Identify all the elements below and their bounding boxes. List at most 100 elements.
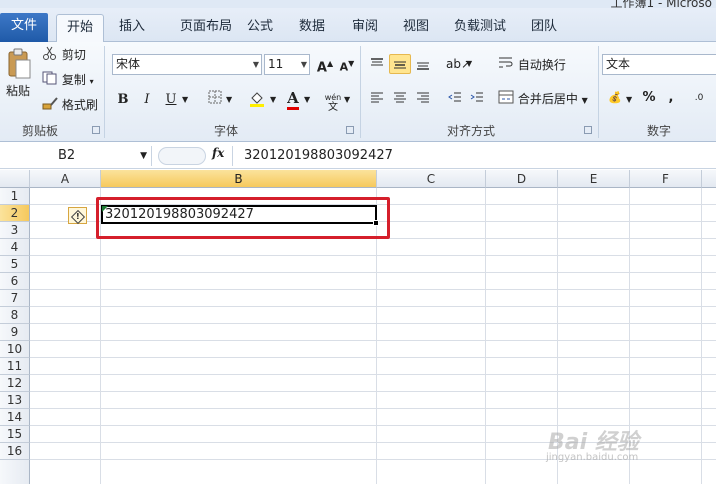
gridline	[30, 255, 716, 256]
divider	[360, 46, 361, 138]
font-name-value: 宋体	[116, 57, 141, 71]
border-button[interactable]	[204, 90, 226, 110]
align-bottom-button[interactable]	[412, 54, 434, 74]
scissors-icon	[42, 46, 58, 65]
number-format-select[interactable]: 文本	[602, 54, 716, 75]
font-size-select[interactable]: 11 ▼	[264, 54, 310, 75]
font-name-select[interactable]: 宋体 ▼	[112, 54, 262, 75]
column-header-e[interactable]: E	[558, 170, 630, 188]
align-center-button[interactable]	[389, 88, 411, 108]
align-right-button[interactable]	[412, 88, 434, 108]
select-all-corner[interactable]	[0, 170, 30, 188]
tab-insert[interactable]: 插入	[110, 14, 154, 42]
align-left-button[interactable]	[366, 88, 388, 108]
accounting-dropdown-icon[interactable]: ▼	[626, 91, 632, 109]
row-header-8[interactable]: 8	[0, 307, 30, 324]
tab-file[interactable]: 文件	[0, 13, 48, 42]
insert-function-button[interactable]: fx	[212, 146, 224, 160]
row-header-14[interactable]: 14	[0, 409, 30, 426]
font-color-button[interactable]: A	[282, 88, 304, 110]
row-header-16[interactable]: 16	[0, 443, 30, 460]
comma-button[interactable]: ,	[660, 88, 682, 108]
orientation-button[interactable]: ab↗	[446, 54, 471, 74]
row-header-12[interactable]: 12	[0, 375, 30, 392]
tab-view[interactable]: 视图	[396, 14, 436, 42]
accounting-format-button[interactable]: 💰	[604, 88, 626, 108]
column-header-f[interactable]: F	[630, 170, 702, 188]
underline-dropdown-icon[interactable]: ▼	[182, 91, 188, 109]
decrease-indent-button[interactable]	[444, 88, 466, 108]
row-header-3[interactable]: 3	[0, 222, 30, 239]
cut-button[interactable]: 剪切	[42, 46, 86, 65]
divider	[232, 146, 233, 166]
clipboard-group-label: 剪贴板	[21, 124, 58, 138]
formula-bar-resize-handle[interactable]	[158, 147, 206, 165]
fill-color-button[interactable]	[246, 90, 268, 110]
row-header-6[interactable]: 6	[0, 273, 30, 290]
increase-indent-button[interactable]	[466, 88, 488, 108]
align-bottom-icon	[417, 62, 429, 70]
alignment-launcher-icon[interactable]	[584, 126, 592, 134]
name-box[interactable]: B2 ▼	[0, 146, 152, 166]
align-middle-icon	[394, 61, 406, 68]
border-icon	[208, 90, 222, 104]
row-header-9[interactable]: 9	[0, 324, 30, 341]
italic-button[interactable]: I	[136, 90, 158, 110]
error-warning-icon[interactable]: !	[68, 207, 87, 225]
row-header-13[interactable]: 13	[0, 392, 30, 409]
copy-button[interactable]: 复制 ▾	[42, 71, 94, 91]
align-top-button[interactable]	[366, 54, 388, 74]
column-header-c[interactable]: C	[377, 170, 486, 188]
grow-font-button[interactable]: A▲	[314, 54, 336, 75]
bold-button[interactable]: B	[112, 90, 134, 110]
paste-button[interactable]: 粘贴	[6, 82, 30, 100]
row-header-7[interactable]: 7	[0, 290, 30, 307]
tab-home[interactable]: 开始	[56, 14, 104, 43]
font-color-dropdown-icon[interactable]: ▼	[304, 91, 310, 109]
border-dropdown-icon[interactable]: ▼	[226, 91, 232, 109]
tab-page-layout[interactable]: 页面布局	[164, 14, 248, 42]
row-header-4[interactable]: 4	[0, 239, 30, 256]
tab-load-test[interactable]: 负载测试	[448, 14, 512, 42]
row-header-2[interactable]: 2	[0, 205, 30, 222]
row-header-10[interactable]: 10	[0, 341, 30, 358]
number-format-value: 文本	[606, 57, 631, 71]
copy-icon	[42, 71, 58, 90]
row-header-15[interactable]: 15	[0, 426, 30, 443]
align-middle-button[interactable]	[389, 54, 411, 74]
column-header-b[interactable]: B	[101, 170, 377, 188]
row-header-1[interactable]: 1	[0, 188, 30, 205]
gridline	[30, 374, 716, 375]
align-left-icon	[371, 92, 383, 102]
row-header-11[interactable]: 11	[0, 358, 30, 375]
fill-color-dropdown-icon[interactable]: ▼	[270, 91, 276, 109]
shrink-font-button[interactable]: A▼	[336, 54, 358, 74]
row-header-5[interactable]: 5	[0, 256, 30, 273]
gridline	[30, 306, 716, 307]
paste-icon[interactable]	[6, 48, 32, 80]
tab-formulas[interactable]: 公式	[240, 14, 280, 42]
tab-data[interactable]: 数据	[292, 14, 332, 42]
percent-button[interactable]: %	[638, 88, 660, 108]
gridline	[30, 357, 716, 358]
name-box-dropdown-icon[interactable]: ▼	[140, 146, 147, 166]
font-launcher-icon[interactable]	[346, 126, 354, 134]
phonetic-dropdown-icon[interactable]: ▼	[344, 91, 350, 109]
increase-decimal-button[interactable]: .0	[688, 88, 710, 108]
row-header-17[interactable]	[0, 460, 30, 484]
clipboard-launcher-icon[interactable]	[92, 126, 100, 134]
tab-review[interactable]: 审阅	[345, 14, 385, 42]
phonetic-button[interactable]: wén 文	[322, 88, 344, 113]
orientation-dropdown-icon[interactable]: ▼	[466, 55, 472, 73]
formula-input[interactable]: 320120198803092427	[244, 146, 393, 166]
merge-center-button[interactable]: 合并后居中 ▼	[498, 90, 588, 110]
column-header-g[interactable]	[702, 170, 716, 188]
align-center-icon	[394, 92, 406, 102]
merge-label: 合并后居中	[517, 92, 578, 106]
tab-team[interactable]: 团队	[524, 14, 564, 42]
column-header-a[interactable]: A	[30, 170, 101, 188]
underline-button[interactable]: U	[160, 90, 182, 110]
wrap-text-button[interactable]: 自动换行	[498, 56, 566, 75]
column-header-d[interactable]: D	[486, 170, 558, 188]
format-painter-button[interactable]: 格式刷	[42, 96, 98, 115]
